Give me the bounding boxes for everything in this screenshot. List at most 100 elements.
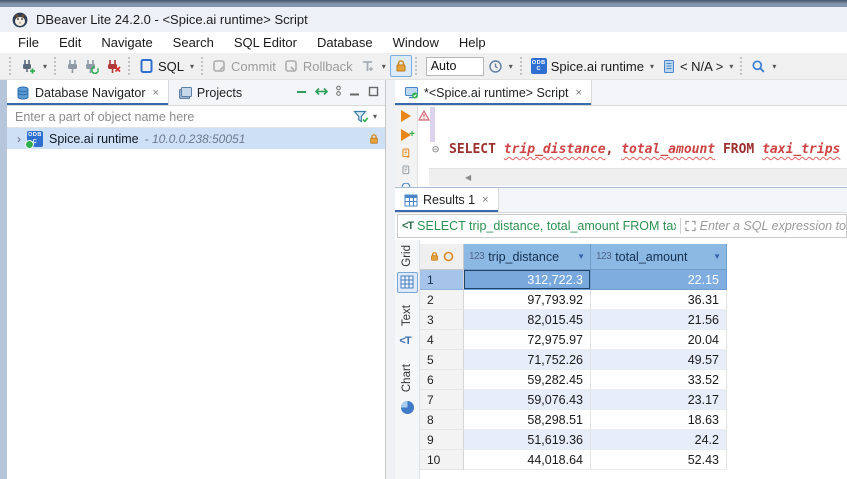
connection-dropdown-icon[interactable]: ▾ <box>650 62 654 71</box>
scroll-left-icon[interactable]: ◀ <box>465 173 471 182</box>
rollback-button[interactable]: Rollback <box>280 59 357 74</box>
cell-trip-distance[interactable]: 82,015.45 <box>464 310 591 330</box>
collapse-all-icon[interactable] <box>296 86 307 97</box>
cell-trip-distance[interactable]: 72,975.97 <box>464 330 591 350</box>
row-number[interactable]: 2 <box>420 290 464 310</box>
view-tab-text-label[interactable]: Text <box>401 305 413 326</box>
row-number[interactable]: 1 <box>420 270 464 290</box>
column-header-trip-distance[interactable]: 123 trip_distance ▼ <box>464 244 591 270</box>
connection-tree-item[interactable]: › ODBC Spice.ai runtime - 10.0.0.238:500… <box>7 128 385 149</box>
table-row[interactable]: 3 82,015.45 21.56 <box>420 310 847 330</box>
active-schema-selector[interactable]: < N/A > ▾ <box>658 59 737 74</box>
tree-expand-chevron-icon[interactable]: › <box>17 132 21 146</box>
table-row[interactable]: 4 72,975.97 20.04 <box>420 330 847 350</box>
sql-editor-button[interactable]: SQL ▾ <box>135 58 198 74</box>
cell-total-amount[interactable]: 20.04 <box>591 330 727 350</box>
cell-total-amount[interactable]: 36.31 <box>591 290 727 310</box>
row-number[interactable]: 8 <box>420 410 464 430</box>
tab-sql-script[interactable]: *<Spice.ai runtime> Script × <box>395 80 592 105</box>
table-row[interactable]: 10 44,018.64 52.43 <box>420 450 847 470</box>
view-tab-text[interactable]: <T <box>397 331 418 352</box>
cell-trip-distance[interactable]: 59,282.45 <box>464 370 591 390</box>
close-icon[interactable]: × <box>152 87 158 99</box>
transaction-history-dropdown-icon[interactable]: ▾ <box>509 62 513 71</box>
connect-icon[interactable] <box>65 58 80 74</box>
view-tab-grid[interactable] <box>397 272 418 293</box>
menu-item-sql-editor[interactable]: SQL Editor <box>224 35 307 50</box>
cell-total-amount[interactable]: 24.2 <box>591 430 727 450</box>
search-dropdown-icon[interactable]: ▾ <box>772 62 776 71</box>
cell-trip-distance[interactable]: 97,793.92 <box>464 290 591 310</box>
menu-item-help[interactable]: Help <box>449 35 496 50</box>
cell-total-amount[interactable]: 49.57 <box>591 350 727 370</box>
script-statistics-icon[interactable] <box>399 165 414 175</box>
cell-total-amount[interactable]: 22.15 <box>591 270 727 290</box>
sql-editor-dropdown-icon[interactable]: ▾ <box>190 62 194 71</box>
close-icon[interactable]: × <box>576 87 582 99</box>
cell-trip-distance[interactable]: 58,298.51 <box>464 410 591 430</box>
connection-readonly-toggle[interactable] <box>390 55 412 77</box>
table-row[interactable]: 5 71,752.26 49.57 <box>420 350 847 370</box>
view-tab-chart[interactable] <box>397 397 418 418</box>
view-tab-chart-label[interactable]: Chart <box>401 364 413 392</box>
sql-code-area[interactable]: ⊖SELECT trip_distance, total_amount FROM… <box>435 106 847 168</box>
menu-item-edit[interactable]: Edit <box>49 35 91 50</box>
tab-projects[interactable]: Projects <box>169 80 251 105</box>
fold-collapse-icon[interactable]: ⊖ <box>432 141 439 159</box>
editor-horizontal-scrollbar[interactable]: ◀ <box>429 168 847 186</box>
cell-total-amount[interactable]: 33.52 <box>591 370 727 390</box>
maximize-icon[interactable] <box>368 86 379 97</box>
cell-trip-distance[interactable]: 44,018.64 <box>464 450 591 470</box>
menu-item-database[interactable]: Database <box>307 35 383 50</box>
view-tab-grid-label[interactable]: Grid <box>401 245 413 267</box>
cell-total-amount[interactable]: 21.56 <box>591 310 727 330</box>
commit-mode-combo[interactable] <box>426 57 484 76</box>
minimize-icon[interactable] <box>349 86 360 97</box>
table-row[interactable]: 7 59,076.43 23.17 <box>420 390 847 410</box>
transaction-log-icon[interactable] <box>361 59 376 74</box>
object-filter-input[interactable] <box>7 110 353 124</box>
row-number[interactable]: 4 <box>420 330 464 350</box>
close-icon[interactable]: × <box>482 194 488 206</box>
results-filter-bar[interactable]: <T SELECT trip_distance, total_amount FR… <box>397 214 847 238</box>
row-number[interactable]: 7 <box>420 390 464 410</box>
menu-item-window[interactable]: Window <box>383 35 449 50</box>
new-connection-icon[interactable] <box>20 58 37 75</box>
menu-item-navigate[interactable]: Navigate <box>91 35 162 50</box>
active-connection-selector[interactable]: ODBC Spice.ai runtime ▾ <box>527 58 658 74</box>
table-row[interactable]: 8 58,298.51 18.63 <box>420 410 847 430</box>
row-number[interactable]: 3 <box>420 310 464 330</box>
tab-database-navigator[interactable]: Database Navigator × <box>7 80 169 105</box>
search-icon[interactable] <box>751 59 766 74</box>
panel-splitter[interactable] <box>386 80 395 479</box>
execute-statement-icon[interactable] <box>401 110 411 122</box>
filter-dropdown-icon[interactable]: ▾ <box>373 112 377 121</box>
disconnect-icon[interactable] <box>105 58 121 74</box>
sort-desc-icon[interactable]: ▼ <box>577 252 585 261</box>
schema-dropdown-icon[interactable]: ▾ <box>729 62 733 71</box>
link-with-editor-icon[interactable] <box>315 86 328 97</box>
table-row[interactable]: 1 312,722.3 22.15 <box>420 270 847 290</box>
column-header-total-amount[interactable]: 123 total_amount ▼ <box>591 244 727 270</box>
cell-trip-distance[interactable]: 51,619.36 <box>464 430 591 450</box>
row-number[interactable]: 10 <box>420 450 464 470</box>
cell-total-amount[interactable]: 52.43 <box>591 450 727 470</box>
row-number[interactable]: 9 <box>420 430 464 450</box>
cell-total-amount[interactable]: 23.17 <box>591 390 727 410</box>
row-number[interactable]: 6 <box>420 370 464 390</box>
grid-corner-cell[interactable] <box>420 244 464 270</box>
execute-script-icon[interactable] <box>399 148 414 158</box>
cell-trip-distance[interactable]: 59,076.43 <box>464 390 591 410</box>
cell-trip-distance[interactable]: 312,722.3 <box>464 270 591 290</box>
reconnect-icon[interactable] <box>84 58 101 74</box>
new-connection-dropdown-icon[interactable]: ▾ <box>43 62 47 71</box>
menu-item-file[interactable]: File <box>8 35 49 50</box>
commit-button[interactable]: Commit <box>208 59 280 74</box>
table-row[interactable]: 2 97,793.92 36.31 <box>420 290 847 310</box>
execute-new-tab-icon[interactable]: + <box>401 129 411 141</box>
view-menu-icon[interactable] <box>336 85 341 97</box>
filter-funnel-icon[interactable] <box>353 110 369 124</box>
tab-results-1[interactable]: Results 1 × <box>395 188 499 212</box>
table-row[interactable]: 6 59,282.45 33.52 <box>420 370 847 390</box>
transaction-dropdown-icon[interactable]: ▾ <box>382 62 386 71</box>
